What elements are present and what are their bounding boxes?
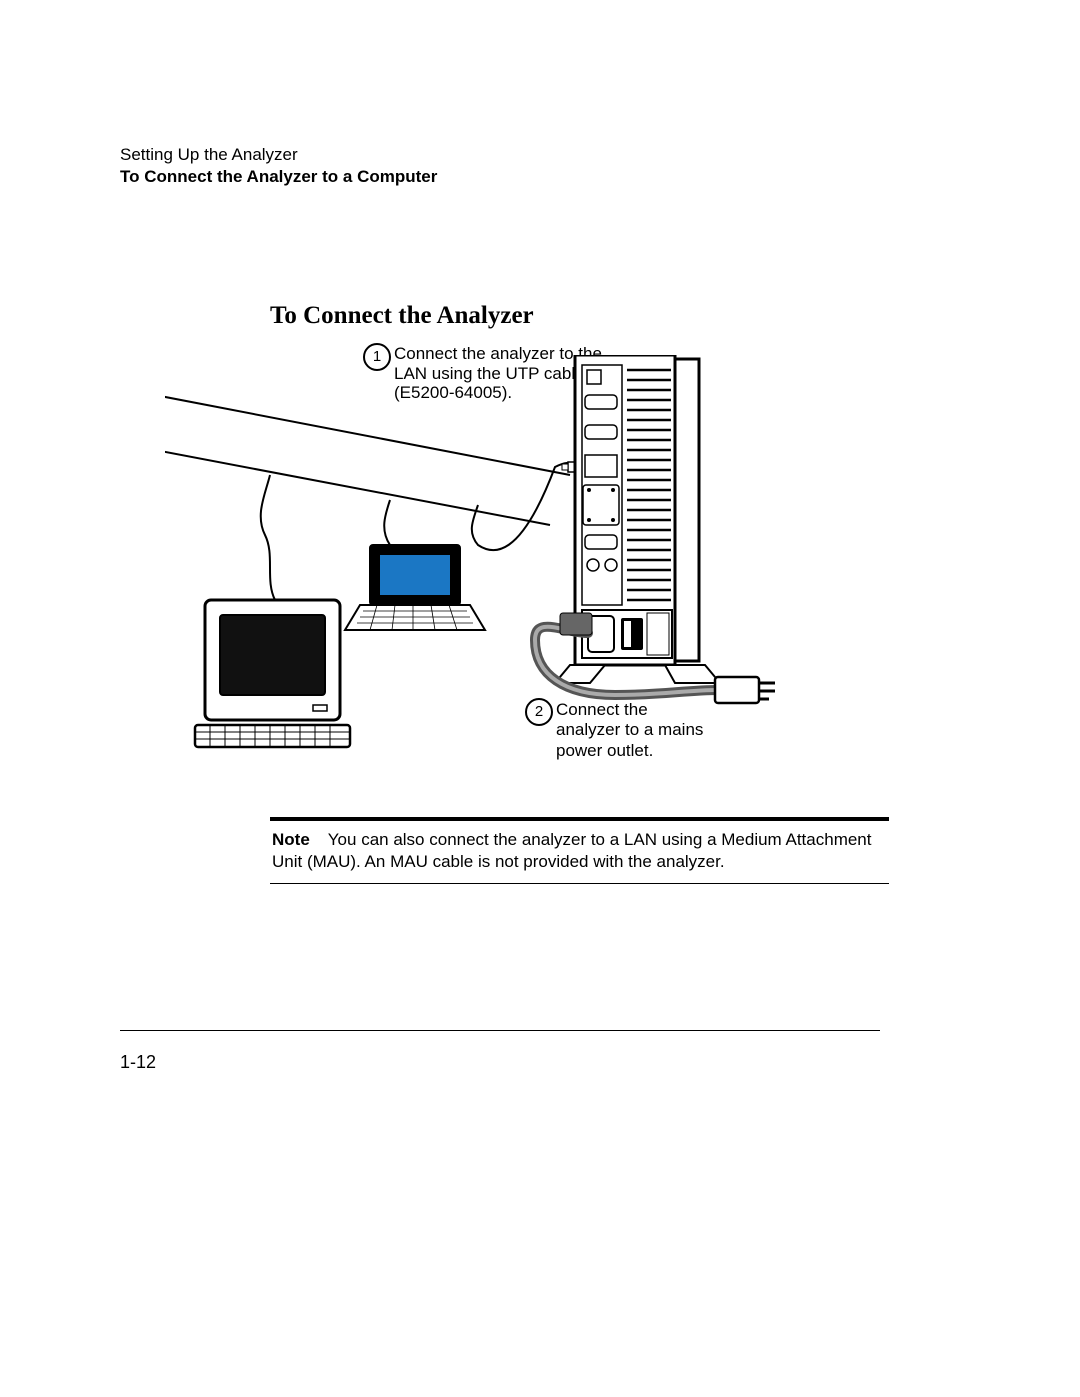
running-head-chapter: Setting Up the Analyzer bbox=[120, 145, 298, 165]
desktop-computer-icon bbox=[195, 600, 350, 747]
page-number: 1-12 bbox=[120, 1052, 156, 1073]
laptop-icon bbox=[345, 545, 485, 630]
note-text: You can also connect the analyzer to a L… bbox=[272, 830, 871, 871]
footer-rule bbox=[120, 1030, 880, 1031]
note-label: Note bbox=[272, 830, 328, 849]
step-2-number: 2 bbox=[525, 698, 553, 726]
running-head-section: To Connect the Analyzer to a Computer bbox=[120, 167, 437, 187]
note-box: NoteYou can also connect the analyzer to… bbox=[270, 817, 889, 884]
section-title: To Connect the Analyzer bbox=[270, 302, 534, 330]
step-2-text: Connect the analyzer to a mains power ou… bbox=[556, 700, 716, 761]
